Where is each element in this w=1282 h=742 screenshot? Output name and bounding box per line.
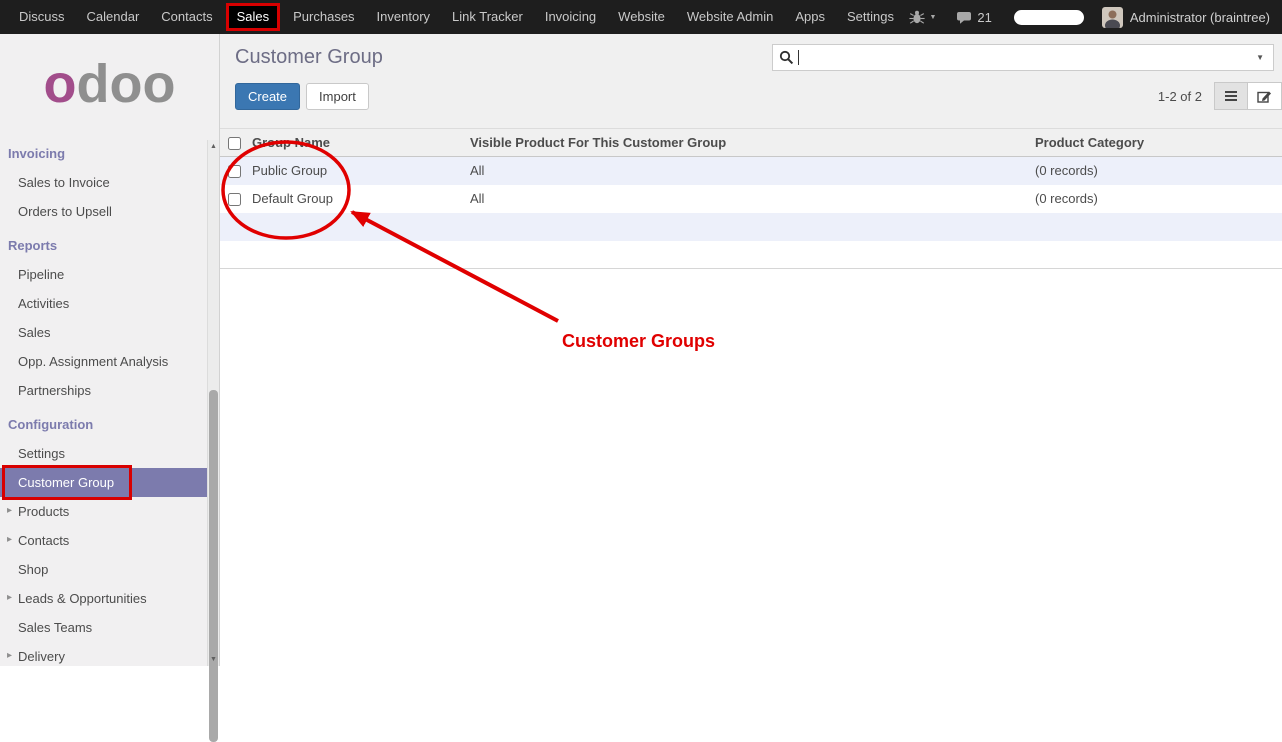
- menu-discuss[interactable]: Discuss: [8, 0, 76, 34]
- sidebar-item-settings[interactable]: Settings: [0, 439, 207, 468]
- logo-rest: doo: [77, 53, 176, 115]
- expand-arrow-icon: ▸: [7, 650, 12, 661]
- sidebar-item-pipeline[interactable]: Pipeline: [0, 260, 207, 289]
- select-all-checkbox[interactable]: [228, 137, 241, 150]
- sidebar-item-opp-assignment[interactable]: Opp. Assignment Analysis: [0, 347, 207, 376]
- messages-indicator[interactable]: 21: [956, 10, 991, 25]
- sidebar-item-products[interactable]: ▸ Products: [0, 497, 207, 526]
- search-icon: [779, 50, 794, 65]
- pager: 1-2 of 2: [1158, 89, 1202, 104]
- view-switcher: [1214, 82, 1282, 110]
- empty-row: [220, 241, 1282, 269]
- sidebar-item-label: Delivery: [18, 649, 65, 664]
- topbar-right: ▼ 21 Administrator (braintree): [909, 7, 1282, 28]
- expand-arrow-icon: ▸: [7, 592, 12, 603]
- sidebar-scrollbar[interactable]: ▲ ▼: [207, 140, 219, 666]
- section-title-configuration: Configuration: [0, 405, 207, 439]
- sidebar-item-sales[interactable]: Sales: [0, 318, 207, 347]
- menu-sales[interactable]: Sales: [226, 3, 281, 31]
- user-menu[interactable]: Administrator (braintree): [1130, 10, 1270, 25]
- column-visible-product[interactable]: Visible Product For This Customer Group: [462, 129, 1027, 157]
- sidebar-item-contacts[interactable]: ▸ Contacts: [0, 526, 207, 555]
- sidebar-item-label: Contacts: [18, 533, 69, 548]
- create-button[interactable]: Create: [235, 83, 300, 110]
- chat-icon: [956, 11, 972, 24]
- menu-contacts[interactable]: Contacts: [150, 0, 223, 34]
- page-title: Customer Group: [235, 46, 383, 69]
- sidebar: odoo Invoicing Sales to Invoice Orders t…: [0, 34, 220, 666]
- section-title-reports: Reports: [0, 226, 207, 260]
- sidebar-item-partnerships[interactable]: Partnerships: [0, 376, 207, 405]
- sidebar-item-leads-opportunities[interactable]: ▸ Leads & Opportunities: [0, 584, 207, 613]
- expand-arrow-icon: ▸: [7, 505, 12, 516]
- avatar[interactable]: [1102, 7, 1123, 28]
- search-dropdown-icon[interactable]: ▼: [1253, 53, 1267, 62]
- table-row-default-group[interactable]: Default Group All (0 records): [220, 185, 1282, 213]
- import-button[interactable]: Import: [306, 83, 369, 110]
- search-input[interactable]: [801, 45, 1253, 70]
- scroll-down-icon[interactable]: ▼: [208, 656, 219, 663]
- topbar: Discuss Calendar Contacts Sales Purchase…: [0, 0, 1282, 34]
- table-row-public-group[interactable]: Public Group All (0 records): [220, 157, 1282, 185]
- row-checkbox[interactable]: [228, 165, 241, 178]
- sidebar-item-activities[interactable]: Activities: [0, 289, 207, 318]
- sidebar-item-sales-to-invoice[interactable]: Sales to Invoice: [0, 168, 207, 197]
- bug-icon[interactable]: [909, 10, 925, 24]
- status-pill[interactable]: [1014, 10, 1084, 25]
- cell-group-name: Public Group: [244, 157, 462, 185]
- top-menu: Discuss Calendar Contacts Sales Purchase…: [0, 0, 905, 34]
- sidebar-item-delivery[interactable]: ▸ Delivery: [0, 642, 207, 671]
- text-cursor: [798, 50, 799, 65]
- control-panel: Customer Group ▼ Create Import 1-2 of 2: [220, 34, 1282, 128]
- sidebar-item-orders-to-upsell[interactable]: Orders to Upsell: [0, 197, 207, 226]
- menu-website-admin[interactable]: Website Admin: [676, 0, 784, 34]
- sidebar-item-customer-group[interactable]: Customer Group: [0, 468, 207, 497]
- menu-calendar[interactable]: Calendar: [76, 0, 151, 34]
- search-bar: ▼: [772, 44, 1274, 71]
- menu-inventory[interactable]: Inventory: [366, 0, 441, 34]
- form-view-button[interactable]: [1248, 82, 1282, 110]
- cell-visible-product: All: [462, 185, 1027, 213]
- empty-row: [220, 213, 1282, 241]
- menu-website[interactable]: Website: [607, 0, 676, 34]
- menu-apps[interactable]: Apps: [784, 0, 836, 34]
- sidebar-item-label: Customer Group: [18, 475, 114, 490]
- caret-down-icon[interactable]: ▼: [929, 14, 936, 21]
- cell-product-category: (0 records): [1027, 157, 1282, 185]
- menu-settings[interactable]: Settings: [836, 0, 905, 34]
- cell-group-name: Default Group: [244, 185, 462, 213]
- section-configuration: Configuration Settings Customer Group ▸ …: [0, 405, 207, 671]
- section-reports: Reports Pipeline Activities Sales Opp. A…: [0, 226, 207, 405]
- table-header-row: Group Name Visible Product For This Cust…: [220, 129, 1282, 157]
- scroll-up-icon[interactable]: ▲: [208, 143, 219, 150]
- button-row: Create Import 1-2 of 2: [235, 82, 1282, 110]
- main-content: Customer Group ▼ Create Import 1-2 of 2: [220, 34, 1282, 666]
- message-count: 21: [977, 10, 991, 25]
- sidebar-item-sales-teams[interactable]: Sales Teams: [0, 613, 207, 642]
- menu-purchases[interactable]: Purchases: [282, 0, 365, 34]
- odoo-logo: odoo: [0, 34, 219, 134]
- section-invoicing: Invoicing Sales to Invoice Orders to Ups…: [0, 134, 207, 226]
- row-checkbox[interactable]: [228, 193, 241, 206]
- scrollbar-thumb[interactable]: [209, 390, 218, 742]
- sidebar-item-shop[interactable]: Shop: [0, 555, 207, 584]
- form-view-icon: [1257, 90, 1272, 103]
- list-view-button[interactable]: [1214, 82, 1248, 110]
- cell-product-category: (0 records): [1027, 185, 1282, 213]
- column-product-category[interactable]: Product Category: [1027, 129, 1282, 157]
- menu-invoicing[interactable]: Invoicing: [534, 0, 607, 34]
- expand-arrow-icon: ▸: [7, 534, 12, 545]
- cell-visible-product: All: [462, 157, 1027, 185]
- logo-letter: o: [44, 53, 77, 115]
- sidebar-item-label: Leads & Opportunities: [18, 591, 147, 606]
- menu-link-tracker[interactable]: Link Tracker: [441, 0, 534, 34]
- list-view-icon: [1224, 90, 1238, 102]
- section-title-invoicing: Invoicing: [0, 134, 207, 168]
- customer-group-table: Group Name Visible Product For This Cust…: [220, 128, 1282, 269]
- column-group-name[interactable]: Group Name: [244, 129, 462, 157]
- sidebar-item-label: Products: [18, 504, 69, 519]
- sidebar-menu: Invoicing Sales to Invoice Orders to Ups…: [0, 134, 219, 671]
